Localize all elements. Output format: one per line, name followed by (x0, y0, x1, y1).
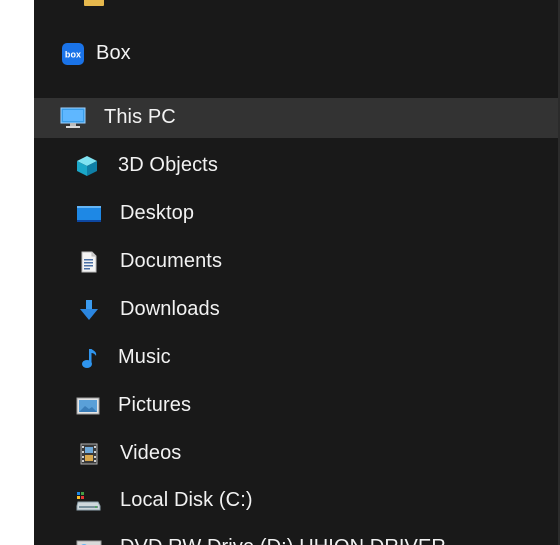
nav-item-dvd-drive[interactable]: DVD RW Drive (D:) UHION DRIVER (34, 528, 560, 545)
svg-text:box: box (65, 50, 81, 60)
videos-icon (80, 443, 98, 465)
nav-item-label: Downloads (120, 298, 220, 321)
computer-icon (60, 107, 86, 128)
nav-item-videos[interactable]: Videos (34, 434, 560, 474)
box-icon: box (62, 43, 84, 65)
nav-item-label: DVD RW Drive (D:) UHION DRIVER (120, 536, 446, 545)
nav-item-this-pc[interactable]: This PC (34, 98, 560, 138)
nav-item-label: Videos (120, 442, 182, 465)
nav-item-pictures[interactable]: Pictures (34, 386, 560, 426)
downloads-icon (80, 300, 98, 320)
nav-item-documents[interactable]: Documents (34, 242, 560, 282)
nav-item-3d-objects[interactable]: 3D Objects (34, 146, 560, 186)
nav-item-label: 3D Objects (118, 154, 218, 177)
folder-icon (84, 0, 104, 6)
nav-item-label: Music (118, 346, 171, 369)
navigation-pane[interactable]: box Box This PC 3D Objects Desktop Docum… (34, 0, 560, 545)
nav-item-box[interactable]: box Box (34, 34, 560, 74)
pictures-icon (76, 397, 100, 415)
nav-item-label: Box (96, 42, 131, 65)
music-icon (82, 349, 97, 368)
local-disk-icon (76, 492, 101, 511)
nav-item-label: This PC (104, 106, 176, 129)
nav-item-local-disk[interactable]: Local Disk (C:) (34, 481, 560, 521)
nav-item-label: Documents (120, 250, 223, 273)
nav-item-downloads[interactable]: Downloads (34, 290, 560, 330)
window-frame: box Box This PC 3D Objects Desktop Docum… (0, 0, 560, 545)
nav-item-label: Desktop (120, 202, 195, 225)
nav-item-desktop[interactable]: Desktop (34, 194, 560, 234)
dvd-drive-icon (76, 540, 102, 545)
3d-objects-icon (77, 156, 97, 176)
nav-item-label: Pictures (118, 394, 192, 417)
nav-item-music[interactable]: Music (34, 338, 560, 378)
nav-item-label: Local Disk (C:) (120, 489, 253, 512)
documents-icon (81, 251, 97, 273)
desktop-icon (77, 206, 101, 222)
